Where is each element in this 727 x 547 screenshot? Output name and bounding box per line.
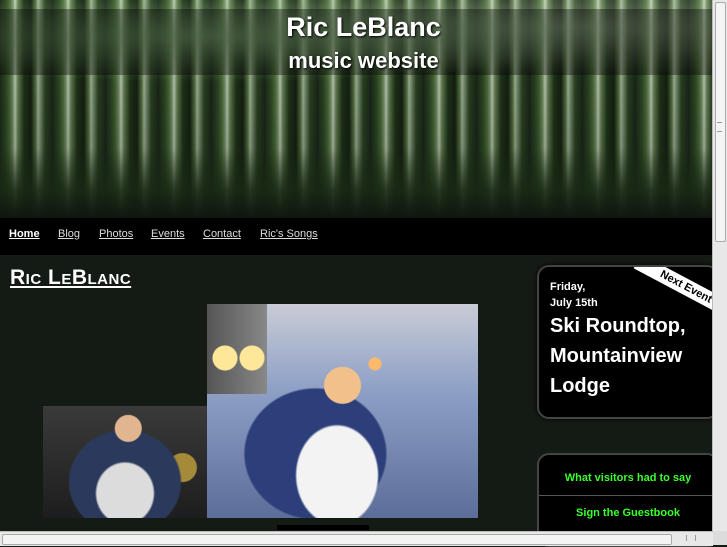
horizontal-scrollbar[interactable] <box>0 531 713 546</box>
site-subtitle: music website <box>288 48 439 73</box>
page-heading[interactable]: Ric LeBlanc <box>10 266 131 290</box>
main-nav: Home Blog Photos Events Contact Ric's So… <box>0 218 713 255</box>
stage-lights <box>207 304 267 394</box>
horizontal-scroll-thumb[interactable] <box>2 534 672 545</box>
artist-photo-small <box>43 406 207 518</box>
nav-rics-songs[interactable]: Ric's Songs <box>260 228 318 240</box>
site-title: Ric LeBlanc <box>286 12 441 42</box>
nav-photos[interactable]: Photos <box>99 228 133 240</box>
scroll-corner <box>713 531 727 545</box>
horizontal-grip-icon <box>686 535 696 541</box>
nav-contact[interactable]: Contact <box>203 228 241 240</box>
nav-blog[interactable]: Blog <box>58 228 80 240</box>
sign-guestbook-link[interactable]: Sign the Guestbook <box>539 507 717 519</box>
vertical-grip-icon <box>717 122 722 132</box>
nav-events[interactable]: Events <box>151 228 185 240</box>
event-date: Friday, July 15th <box>550 279 598 311</box>
guestbook-divider <box>539 495 717 496</box>
event-date-text: July 15th <box>550 297 598 309</box>
photo-caption-bar <box>277 525 369 530</box>
visitors-link[interactable]: What visitors had to say <box>539 472 717 484</box>
event-day: Friday, <box>550 281 586 293</box>
event-title[interactable]: Ski Roundtop, Mountainview Lodge <box>550 311 710 401</box>
vertical-scrollbar[interactable] <box>712 0 727 531</box>
artist-photo-main <box>207 304 478 518</box>
forest-undergrowth <box>0 148 713 218</box>
next-event-box: Next Event Friday, July 15th Ski Roundto… <box>537 265 719 419</box>
nav-home[interactable]: Home <box>9 228 40 240</box>
